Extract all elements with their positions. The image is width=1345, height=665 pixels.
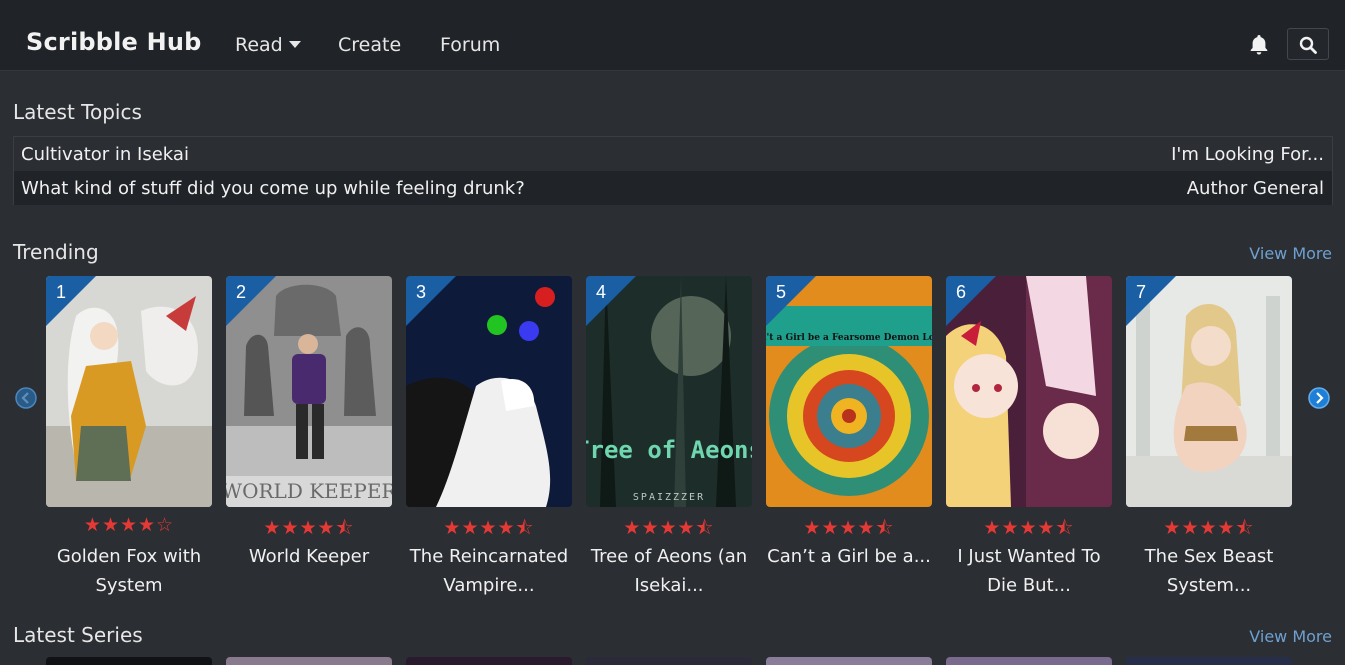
series-title-link[interactable]: Can’t a Girl be a... [766,542,932,571]
cover-image[interactable]: 6 [946,276,1112,507]
cover-image[interactable]: 1 [46,276,212,507]
rank-number: 1 [56,282,67,302]
nav-read-label: Read [235,34,283,56]
latest-series-cover[interactable] [766,657,932,665]
latest-series-cover[interactable] [586,657,752,665]
trending-heading: Trending [13,240,99,264]
rank-number: 3 [416,282,427,302]
topic-row: Cultivator in Isekai I'm Looking For... [14,137,1332,171]
cover-title: Can't a Girl be a Fearsome Demon Lord? [766,333,932,343]
rank-badge [946,276,996,326]
series-title-link[interactable]: The Reincarnated Vampire... [406,542,572,600]
topic-title-link[interactable]: Cultivator in Isekai [21,144,189,165]
topic-title-link[interactable]: What kind of stuff did you come up while… [21,178,525,199]
latest-series-cover[interactable] [226,657,392,665]
latest-series-view-more-link[interactable]: View More [1249,627,1332,646]
chevron-right-icon [1308,387,1330,409]
cover-image[interactable]: Can't a Girl be a Fearsome Demon Lord? 5 [766,276,932,507]
search-icon [1299,36,1317,54]
series-title-link[interactable]: I Just Wanted To Die But... [946,542,1112,600]
rank-number: 7 [1136,282,1147,302]
series-title-link[interactable]: The Sex Beast System... [1126,542,1292,600]
latest-series-cover[interactable] [1126,657,1292,665]
svg-text:WORLD KEEPER: WORLD KEEPER [226,479,392,503]
carousel-next-button[interactable] [1308,387,1330,409]
series-title-link[interactable]: Tree of Aeons (an Isekai... [586,542,752,600]
series-title-link[interactable]: Golden Fox with System [46,542,212,600]
topic-row: What kind of stuff did you come up while… [14,171,1332,205]
latest-series-heading: Latest Series [13,623,143,647]
bell-icon[interactable] [1247,33,1271,57]
cover-image[interactable]: 3 [406,276,572,507]
latest-series-cover[interactable] [946,657,1112,665]
latest-topics-heading: Latest Topics [13,100,142,124]
rank-number: 2 [236,282,247,302]
topic-category-link[interactable]: I'm Looking For... [1171,144,1324,165]
caret-down-icon [288,41,301,48]
cover-title: Tree of Aeons [586,436,752,464]
star-rating: ★★★★☆ [83,514,175,536]
site-logo[interactable]: Scribble Hub [26,28,202,56]
cover-image[interactable]: 7 [1126,276,1292,507]
rank-badge [406,276,456,326]
latest-series-cover[interactable] [46,657,212,665]
rank-number: 6 [956,282,967,302]
carousel-prev-button[interactable] [15,387,37,409]
rank-badge [46,276,96,326]
cover-author: SPAIZZZER [633,492,705,503]
rank-number: 5 [776,282,787,302]
nav-create[interactable]: Create [338,34,401,56]
rank-badge [766,276,816,326]
search-button[interactable] [1287,28,1329,60]
series-title-link[interactable]: World Keeper [226,542,392,571]
nav-forum[interactable]: Forum [440,34,500,56]
cover-image[interactable]: WORLD KEEPER 2 [226,276,392,507]
topic-category-link[interactable]: Author General [1187,178,1324,199]
rank-number: 4 [596,282,607,302]
top-navbar: Scribble Hub Read Create Forum [0,0,1345,71]
trending-view-more-link[interactable]: View More [1249,244,1332,263]
latest-topics-table: Cultivator in Isekai I'm Looking For... … [13,136,1333,205]
cover-image[interactable]: Tree of Aeons SPAIZZZER 4 [586,276,752,507]
latest-series-cover[interactable] [406,657,572,665]
rank-badge [1126,276,1176,326]
rank-badge [226,276,276,326]
nav-read-dropdown[interactable]: Read [235,34,301,56]
chevron-left-icon [15,387,37,409]
rank-badge [586,276,636,326]
